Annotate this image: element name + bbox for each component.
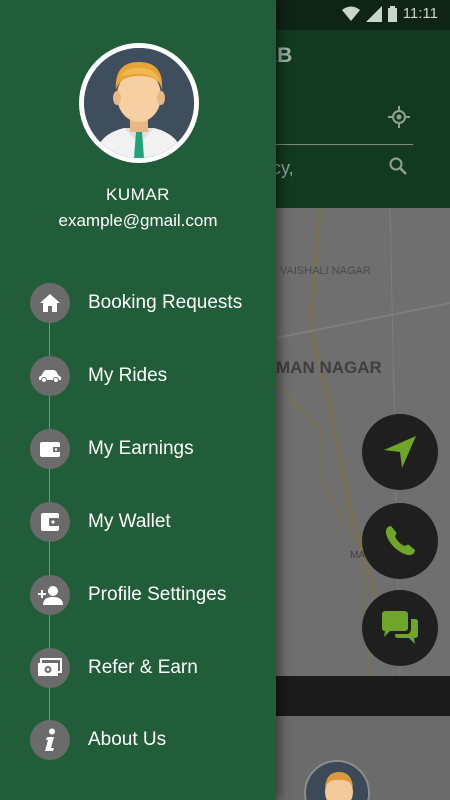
navigation-drawer: KUMAR example@gmail.com Booking Requests… [0, 0, 276, 800]
menu-item-about-us[interactable]: About Us [30, 720, 270, 760]
home-icon [30, 283, 70, 323]
wallet-card-icon [30, 502, 70, 542]
menu-item-refer-earn[interactable]: Refer & Earn [30, 648, 270, 688]
navigate-button[interactable] [362, 414, 438, 490]
menu-label-booking-requests: Booking Requests [88, 292, 243, 313]
wifi-icon [341, 6, 360, 21]
profile-name: KUMAR [106, 185, 170, 204]
menu-item-my-rides[interactable]: My Rides [30, 356, 270, 396]
menu-item-my-earnings[interactable]: My Earnings [30, 429, 270, 469]
car-icon [30, 356, 70, 396]
chat-button[interactable] [362, 590, 438, 666]
call-button[interactable] [362, 503, 438, 579]
profile-avatar[interactable] [79, 43, 199, 163]
map-label-vaishali: VAISHALI NAGAR [280, 265, 371, 277]
phone-icon [385, 526, 415, 556]
user-avatar-illustration [84, 48, 194, 158]
menu-item-booking-requests[interactable]: Booking Requests [30, 283, 270, 323]
money-icon [30, 648, 70, 688]
navigation-arrow-icon [384, 436, 416, 468]
menu-label-refer-earn: Refer & Earn [88, 657, 198, 678]
wallet-icon [30, 429, 70, 469]
profile-email: example@gmail.com [58, 211, 218, 230]
map-label-man-nagar: MAN NAGAR [276, 358, 382, 377]
signal-icon [365, 5, 382, 22]
chat-icon [382, 611, 418, 644]
my-location-icon[interactable] [388, 106, 410, 128]
menu-label-profile-settinges: Profile Settinges [88, 584, 227, 605]
menu-label-my-wallet: My Wallet [88, 511, 171, 532]
info-icon [30, 720, 70, 760]
menu-label-about-us: About Us [88, 729, 167, 750]
status-time: 11:11 [402, 5, 438, 22]
menu-label-my-earnings: My Earnings [88, 438, 194, 459]
menu-label-my-rides: My Rides [88, 365, 168, 386]
add-user-icon [30, 575, 70, 615]
menu-item-my-wallet[interactable]: My Wallet [30, 502, 270, 542]
search-icon[interactable] [389, 157, 407, 175]
menu-item-profile-settinges[interactable]: Profile Settinges [30, 575, 270, 615]
battery-icon [387, 5, 397, 22]
